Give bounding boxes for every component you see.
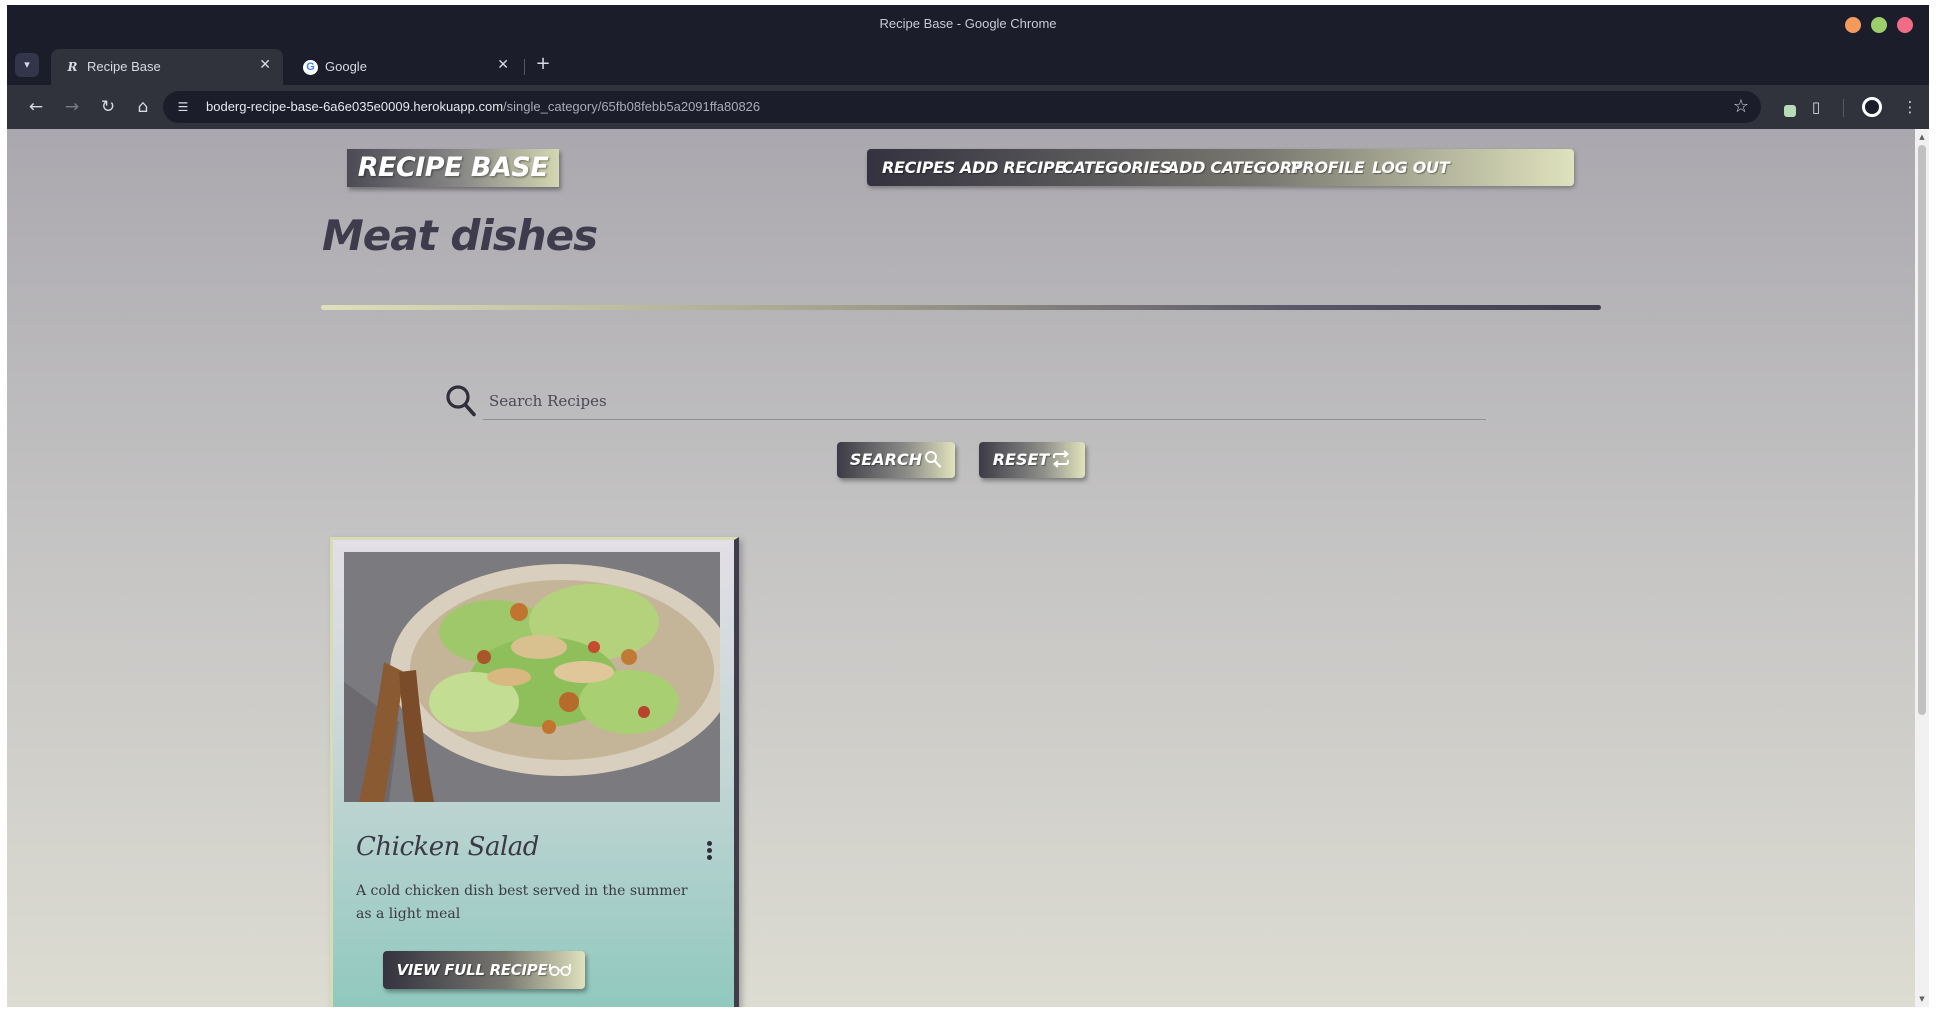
- recipe-title[interactable]: Chicken Salad: [356, 832, 539, 862]
- extensions-puzzle-icon[interactable]: ▯: [1804, 95, 1828, 119]
- google-favicon-icon: G: [303, 60, 318, 75]
- nav-add-recipe[interactable]: ADD RECIPE: [960, 149, 1065, 186]
- salad-photo: [344, 552, 720, 802]
- recipe-card: Chicken Salad A cold chicken dish best s…: [330, 537, 739, 1007]
- close-tab-icon[interactable]: ✕: [497, 57, 509, 73]
- page-viewport: RECIPE BASE RECIPES ADD RECIPE CATEGORIE…: [7, 129, 1915, 1007]
- title-divider: [321, 305, 1601, 310]
- profile-avatar-icon[interactable]: [1862, 97, 1882, 117]
- new-tab-button[interactable]: +: [532, 53, 554, 75]
- tab-strip: ▾ R Recipe Base ✕ G Google ✕ +: [7, 45, 1929, 85]
- tab-search-icon[interactable]: ▾: [15, 53, 39, 77]
- recipe-image: [344, 552, 720, 802]
- site-info-icon[interactable]: ☰: [175, 99, 191, 115]
- toolbar-divider: [1843, 99, 1844, 117]
- view-full-recipe-label: VIEW FULL RECIPE: [396, 961, 548, 979]
- address-bar[interactable]: ☰ boderg-recipe-base-6a6e035e0009.heroku…: [163, 91, 1761, 123]
- close-tab-icon[interactable]: ✕: [259, 57, 271, 73]
- nav-log-out[interactable]: LOG OUT: [1372, 149, 1450, 186]
- nav-profile[interactable]: PROFILE: [1291, 149, 1365, 186]
- reset-button-label: RESET: [992, 450, 1050, 469]
- scrollbar-thumb[interactable]: [1918, 145, 1926, 715]
- reset-button[interactable]: RESET: [979, 442, 1085, 478]
- nav-add-category[interactable]: ADD CATEGORY: [1167, 149, 1302, 186]
- page-title: Meat dishes: [322, 211, 598, 260]
- minimize-button[interactable]: [1845, 17, 1861, 33]
- nav-categories[interactable]: CATEGORIES: [1062, 149, 1171, 186]
- reload-icon[interactable]: ↻: [96, 95, 120, 119]
- page-scrollbar[interactable]: ▲ ▼: [1915, 129, 1929, 1007]
- recipe-base-favicon-icon: R: [67, 60, 78, 74]
- browser-toolbar: ← → ↻ ⌂ ☰ boderg-recipe-base-6a6e035e000…: [7, 85, 1929, 129]
- recipe-description: A cold chicken dish best served in the s…: [356, 883, 688, 922]
- view-full-recipe-button[interactable]: VIEW FULL RECIPE: [383, 951, 585, 989]
- search-button[interactable]: SEARCH: [837, 442, 955, 478]
- more-menu-icon[interactable]: ⋮: [1898, 95, 1922, 119]
- home-icon[interactable]: ⌂: [131, 95, 155, 119]
- search-icon: [446, 385, 476, 417]
- tab-google[interactable]: G Google ✕: [289, 49, 521, 85]
- glasses-icon: [549, 964, 572, 977]
- maximize-button[interactable]: [1871, 17, 1887, 33]
- scroll-up-icon[interactable]: ▲: [1915, 133, 1929, 141]
- site-logo[interactable]: RECIPE BASE: [347, 149, 559, 187]
- search-input[interactable]: [483, 382, 1486, 420]
- close-window-button[interactable]: [1897, 17, 1913, 33]
- tab-label: Recipe Base: [87, 59, 161, 74]
- url-text[interactable]: boderg-recipe-base-6a6e035e0009.herokuap…: [206, 99, 760, 114]
- extension-icon[interactable]: [1784, 105, 1796, 117]
- magnifier-icon: [925, 451, 942, 468]
- search-button-label: SEARCH: [849, 450, 923, 469]
- kebab-menu-icon[interactable]: [703, 840, 715, 862]
- nav-recipes[interactable]: RECIPES: [882, 149, 955, 186]
- back-icon[interactable]: ←: [24, 95, 48, 119]
- forward-icon[interactable]: →: [60, 95, 84, 119]
- window-title: Recipe Base - Google Chrome: [879, 16, 1057, 31]
- tab-label: Google: [325, 59, 367, 74]
- tab-recipe-base[interactable]: R Recipe Base ✕: [51, 49, 283, 85]
- repeat-icon: [1053, 450, 1070, 468]
- bookmark-star-icon[interactable]: ☆: [1733, 96, 1749, 117]
- scroll-down-icon[interactable]: ▼: [1915, 995, 1929, 1003]
- main-navigation: RECIPES ADD RECIPE CATEGORIES ADD CATEGO…: [867, 149, 1574, 186]
- title-bar: Recipe Base - Google Chrome: [7, 5, 1929, 45]
- browser-window: Recipe Base - Google Chrome ▾ R Recipe B…: [7, 5, 1929, 1007]
- tab-divider: [524, 59, 525, 75]
